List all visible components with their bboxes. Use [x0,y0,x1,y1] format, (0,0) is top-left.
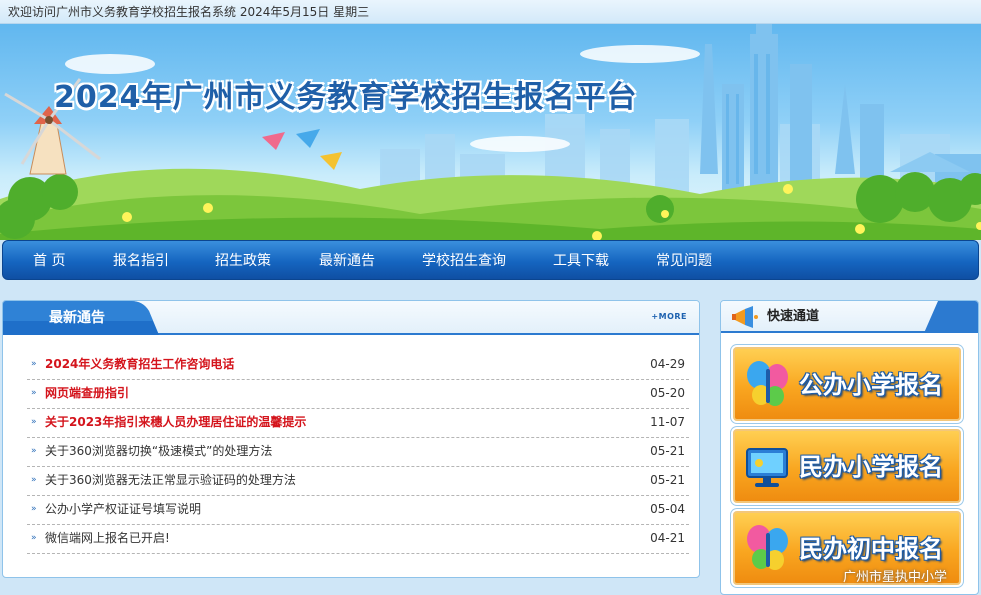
bullet-icon: » [31,417,37,427]
notice-title[interactable]: 关于360浏览器无法正常显示验证码的处理方法 [45,467,296,494]
quick-access-panel: 快速通道 公办小学报名 民办小学报名 民办初中报名 [720,300,979,595]
quick-access-header: 快速通道 [721,301,978,333]
nav-latest-notices[interactable]: 最新通告 [319,241,375,281]
notice-date: 05-20 [650,386,685,400]
butterfly-icon [747,525,788,570]
more-link[interactable]: +MORE [651,312,687,321]
quick-access-title: 快速通道 [767,309,820,324]
list-item[interactable]: » 关于2023年指引来穗人员办理居住证的温馨提示 11-07 [27,409,689,438]
nav-home[interactable]: 首 页 [33,241,65,281]
public-primary-registration-button[interactable]: 公办小学报名 [733,347,961,421]
notice-date: 04-21 [650,531,685,545]
nav-school-enrollment-query[interactable]: 学校招生查询 [422,241,506,281]
bullet-icon: » [31,388,37,398]
nav-faq[interactable]: 常见问题 [656,241,712,281]
header-banner: 2024年广州市义务教育学校招生报名平台 [0,24,981,240]
main-nav: 首 页 报名指引 招生政策 最新通告 学校招生查询 工具下载 常见问题 [2,240,979,280]
megaphone-icon [732,306,758,328]
button-label: 民办小学报名 [799,453,943,481]
notice-title[interactable]: 关于2023年指引来穗人员办理居住证的温馨提示 [45,409,306,436]
notice-date: 11-07 [650,415,685,429]
current-weekday: 星期三 [333,5,370,19]
list-item[interactable]: » 关于360浏览器无法正常显示验证码的处理方法 05-21 [27,467,689,496]
notice-title[interactable]: 2024年义务教育招生工作咨询电话 [45,351,234,378]
notice-title[interactable]: 网页端查册指引 [45,380,129,407]
platform-title: 2024年广州市义务教育学校招生报名平台 [54,80,638,115]
banner-illustration [0,24,981,240]
private-primary-registration-button[interactable]: 民办小学报名 [733,429,961,503]
latest-notices-panel: 最新通告 +MORE » 2024年义务教育招生工作咨询电话 04-29 » 网… [2,300,700,578]
notice-date: 05-04 [650,502,685,516]
button-label: 民办初中报名 [799,535,943,563]
list-item[interactable]: » 关于360浏览器切换“极速模式”的处理方法 05-21 [27,438,689,467]
butterfly-icon [747,361,788,406]
notice-date: 04-29 [650,357,685,371]
header-tab-decoration [924,301,978,333]
nav-enrollment-policy[interactable]: 招生政策 [215,241,271,281]
top-welcome-bar: 欢迎访问广州市义务教育学校招生报名系统 2024年5月15日 星期三 [0,0,981,24]
notices-list: » 2024年义务教育招生工作咨询电话 04-29 » 网页端查册指引 05-2… [27,351,689,554]
list-item[interactable]: » 微信端网上报名已开启! 04-21 [27,525,689,554]
welcome-text: 欢迎访问广州市义务教育学校招生报名系统 [8,5,237,19]
source-watermark: 广州市星执中小学 [843,570,948,585]
list-item[interactable]: » 公办小学产权证证号填写说明 05-04 [27,496,689,525]
notices-header: 最新通告 +MORE [3,301,699,335]
notice-title[interactable]: 微信端网上报名已开启! [45,525,170,552]
button-label: 公办小学报名 [799,371,943,399]
notice-date: 05-21 [650,444,685,458]
list-item[interactable]: » 网页端查册指引 05-20 [27,380,689,409]
bullet-icon: » [31,446,37,456]
nav-registration-guide[interactable]: 报名指引 [113,241,169,281]
current-date: 2024年5月15日 [239,5,330,19]
bullet-icon: » [31,533,37,543]
bullet-icon: » [31,359,37,369]
notices-title: 最新通告 [49,310,105,326]
notice-date: 05-21 [650,473,685,487]
monitor-icon [746,448,788,487]
bullet-icon: » [31,504,37,514]
notice-title[interactable]: 公办小学产权证证号填写说明 [45,496,201,523]
bullet-icon: » [31,475,37,485]
list-item[interactable]: » 2024年义务教育招生工作咨询电话 04-29 [27,351,689,380]
nav-tool-download[interactable]: 工具下载 [553,241,609,281]
notice-title[interactable]: 关于360浏览器切换“极速模式”的处理方法 [45,438,272,465]
